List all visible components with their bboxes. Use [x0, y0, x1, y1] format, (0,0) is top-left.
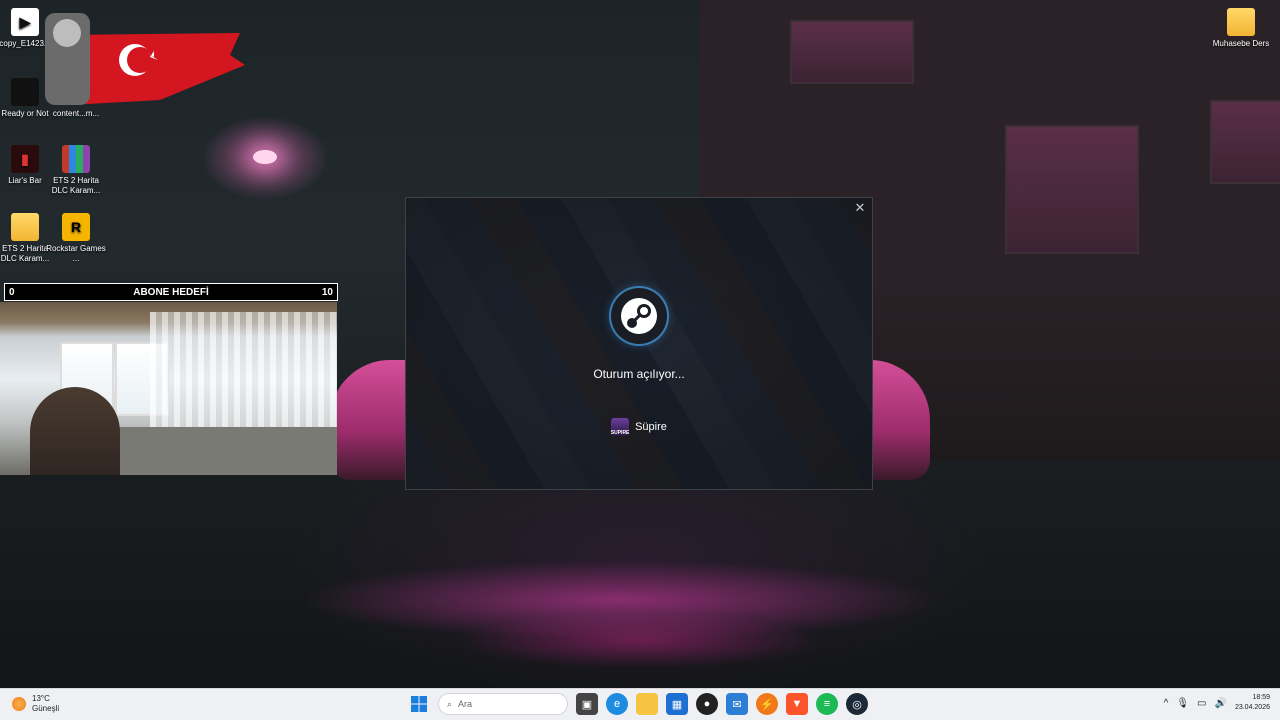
network-icon[interactable]: ▭	[1197, 698, 1206, 709]
desktop-icon-muhasebe[interactable]: Muhasebe Ders	[1211, 8, 1271, 49]
system-tray: ^ 🎙 ▭ 🔊 18:59 23.04.2026	[1164, 693, 1270, 713]
mail-icon[interactable]: ✉	[726, 693, 748, 715]
desktop-wallpaper: ▶ copy_E1423... Ready or Not content...m…	[0, 0, 1280, 688]
search-box[interactable]: ⌕ Ara	[438, 693, 568, 715]
weather-temp: 13°C	[32, 694, 50, 703]
mic-icon[interactable]: 🎙	[1176, 698, 1189, 709]
search-icon: ⌕	[447, 698, 453, 709]
avatar: SUPIRE	[611, 418, 629, 436]
desktop-icon-rockstar[interactable]: R Rockstar Games ...	[46, 213, 106, 264]
edge-icon[interactable]: e	[606, 693, 628, 715]
weather-desc: Güneşli	[32, 704, 60, 713]
store-icon[interactable]: ▦	[666, 693, 688, 715]
task-view-icon[interactable]: ▣	[576, 693, 598, 715]
file-explorer-icon[interactable]	[636, 693, 658, 715]
video-file-icon: ▶	[11, 8, 39, 36]
clock[interactable]: 18:59 23.04.2026	[1235, 693, 1270, 713]
desktop-icon-ets2-rar[interactable]: ETS 2 Harita DLC Karam...	[46, 145, 106, 196]
github-icon[interactable]: ●	[696, 693, 718, 715]
account-row: SUPIRE Süpire	[406, 418, 872, 436]
taskbar-apps: ⌕ Ara ▣ e ▦ ● ✉ ⚡ ▼ ≡ ◎	[408, 693, 868, 715]
taskbar: 13°C Güneşli ⌕ Ara ▣ e ▦ ● ✉ ⚡ ▼ ≡ ◎ ^ 🎙…	[0, 688, 1280, 720]
steam-logo-icon	[611, 288, 667, 344]
chevron-up-icon[interactable]: ^	[1164, 698, 1169, 709]
weather-widget[interactable]: 13°C Güneşli	[12, 694, 59, 714]
turkish-flag-graphic	[45, 13, 245, 105]
app-icon-orange[interactable]: ⚡	[756, 693, 778, 715]
time: 18:59	[1252, 694, 1270, 701]
rockstar-icon: R	[62, 213, 90, 241]
brave-icon[interactable]: ▼	[786, 693, 808, 715]
wallpaper-reflection	[300, 560, 940, 640]
subscriber-goal-bar: 0 ABONE HEDEFİ 10	[4, 283, 338, 301]
game-icon	[11, 78, 39, 106]
steam-taskbar-icon[interactable]: ◎	[846, 693, 868, 715]
login-status-text: Oturum açılıyor...	[593, 367, 685, 381]
goal-target: 10	[321, 286, 333, 298]
spotify-icon[interactable]: ≡	[816, 693, 838, 715]
winrar-icon	[62, 145, 90, 173]
sun-icon	[12, 697, 26, 711]
close-button[interactable]: ✕	[852, 200, 868, 216]
steam-login-dialog: ✕ Oturum açılıyor... SUPIRE Süpire	[405, 197, 873, 490]
windows-icon	[411, 696, 427, 712]
goal-title: ABONE HEDEFİ	[133, 286, 209, 298]
street-lamp	[253, 150, 277, 164]
liars-bar-icon: ▮	[11, 145, 39, 173]
date: 23.04.2026	[1234, 704, 1270, 711]
webcam-feed	[0, 302, 337, 475]
volume-icon[interactable]: 🔊	[1215, 698, 1227, 709]
start-button[interactable]	[408, 693, 430, 715]
account-name: Süpire	[635, 421, 667, 433]
folder-icon	[11, 213, 39, 241]
folder-icon	[1227, 8, 1255, 36]
search-placeholder: Ara	[458, 699, 473, 709]
